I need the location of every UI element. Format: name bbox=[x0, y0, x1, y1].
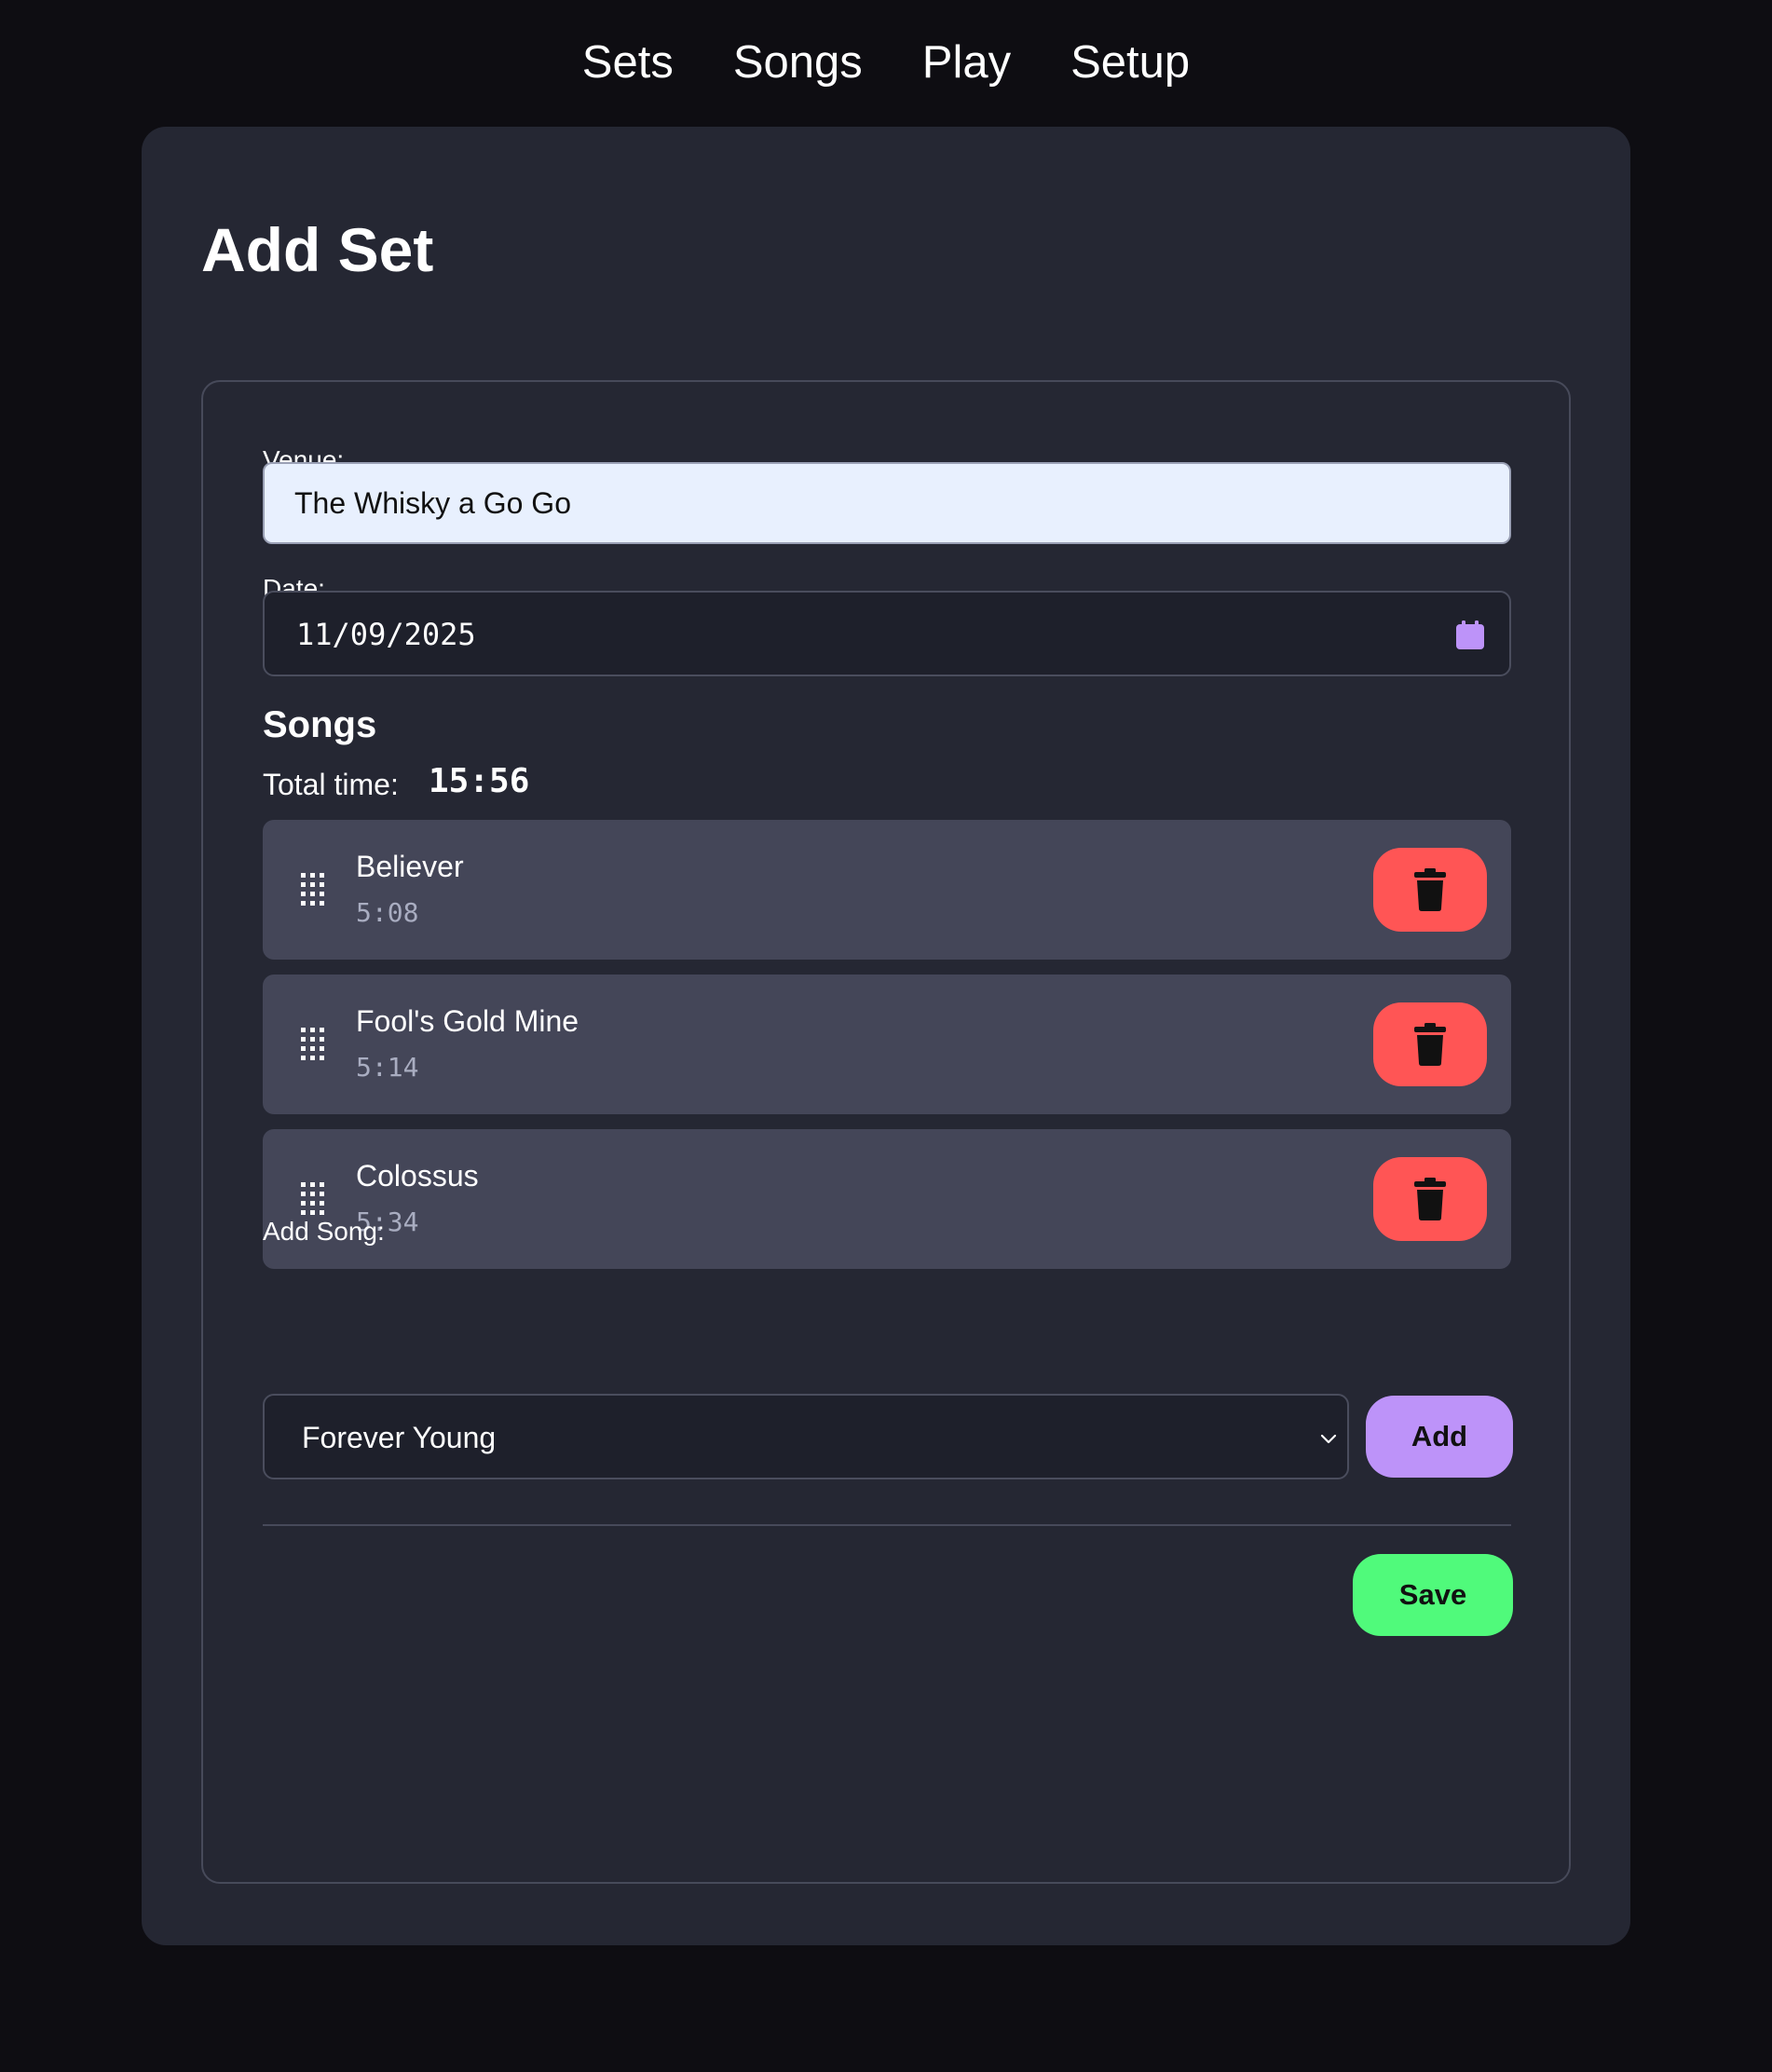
delete-song-button[interactable] bbox=[1373, 1157, 1487, 1241]
trash-icon bbox=[1414, 1023, 1446, 1066]
delete-song-button[interactable] bbox=[1373, 1002, 1487, 1086]
date-input[interactable]: 11/09/2025 bbox=[263, 591, 1511, 676]
song-row: Colossus 5:34 bbox=[263, 1129, 1511, 1269]
trash-icon bbox=[1414, 868, 1446, 911]
add-song-selected-value: Forever Young bbox=[302, 1421, 497, 1454]
trash-icon bbox=[1414, 1178, 1446, 1220]
nav-setup-link[interactable]: Setup bbox=[1070, 32, 1190, 93]
song-duration: 5:14 bbox=[356, 1052, 419, 1083]
total-time-label: Total time: bbox=[263, 768, 399, 801]
delete-song-button[interactable] bbox=[1373, 848, 1487, 932]
song-row: Fool's Gold Mine 5:14 bbox=[263, 975, 1511, 1114]
nav-play-link[interactable]: Play bbox=[922, 32, 1011, 93]
add-song-button[interactable]: Add bbox=[1366, 1396, 1513, 1478]
venue-input[interactable] bbox=[263, 462, 1511, 544]
nav-songs-link[interactable]: Songs bbox=[733, 32, 863, 93]
song-duration: 5:08 bbox=[356, 897, 419, 928]
calendar-icon[interactable] bbox=[1455, 620, 1485, 650]
drag-handle-icon[interactable] bbox=[300, 872, 326, 906]
divider bbox=[263, 1524, 1511, 1526]
add-set-card: Add Set Venue: Date: 11/09/2025 Songs To… bbox=[142, 127, 1630, 1945]
song-list: Believer 5:08 Fool's Gold Mine 5:14 Colo… bbox=[263, 820, 1511, 1284]
nav-sets-link[interactable]: Sets bbox=[582, 32, 674, 93]
songs-heading: Songs bbox=[263, 704, 377, 745]
page-title: Add Set bbox=[201, 215, 434, 284]
top-nav: Sets Songs Play Setup bbox=[0, 32, 1772, 93]
total-time-value: 15:56 bbox=[429, 762, 530, 800]
save-button[interactable]: Save bbox=[1353, 1554, 1513, 1636]
add-song-label: Add Song: bbox=[263, 1217, 385, 1246]
song-row: Believer 5:08 bbox=[263, 820, 1511, 960]
drag-handle-icon[interactable] bbox=[300, 1027, 326, 1060]
song-title: Colossus bbox=[356, 1159, 479, 1193]
song-title: Believer bbox=[356, 850, 464, 883]
drag-handle-icon[interactable] bbox=[300, 1181, 326, 1215]
date-value: 11/09/2025 bbox=[296, 617, 476, 652]
chevron-down-icon bbox=[1317, 1427, 1340, 1450]
add-song-select[interactable]: Forever Young bbox=[263, 1394, 1349, 1479]
set-form: Venue: Date: 11/09/2025 Songs Total time… bbox=[201, 380, 1571, 1884]
song-title: Fool's Gold Mine bbox=[356, 1004, 579, 1038]
